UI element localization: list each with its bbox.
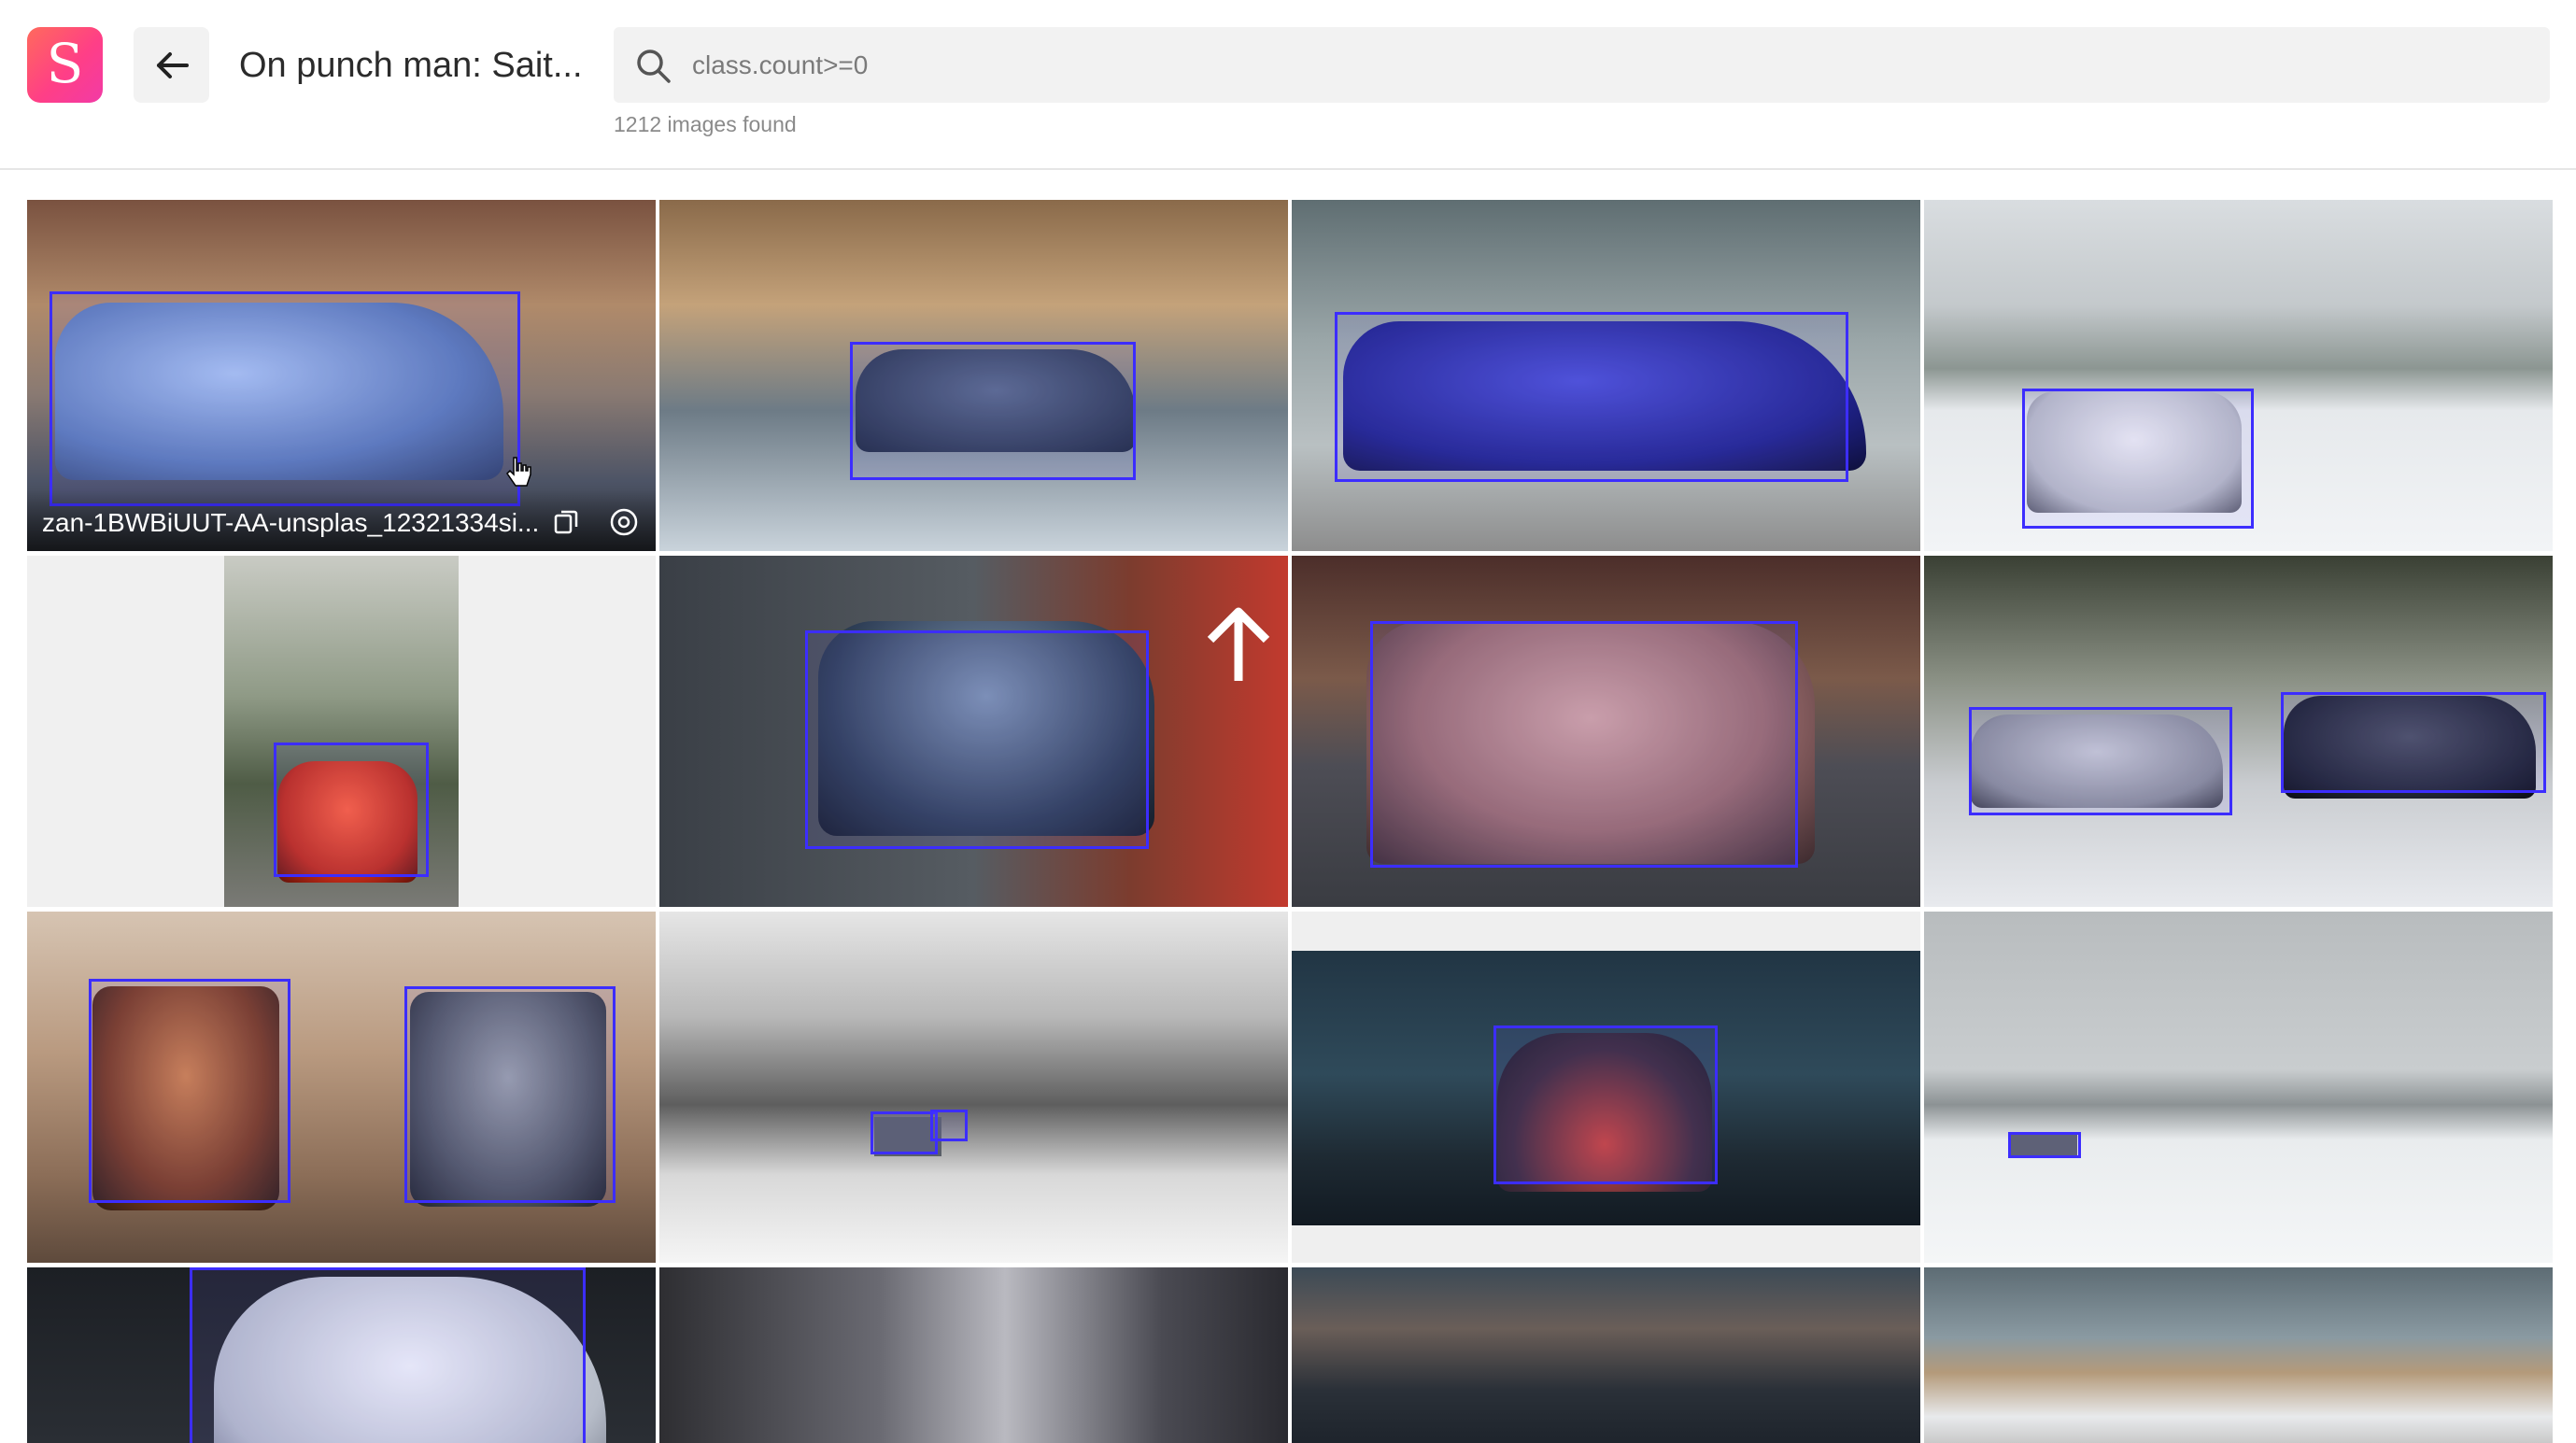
image-filename: zan-1BWBiUUT-AA-unsplas_12321334si... <box>42 508 540 537</box>
bounding-box <box>805 630 1149 849</box>
image-tile[interactable] <box>1924 200 2553 551</box>
bounding-box <box>1370 621 1798 868</box>
bounding-box <box>2022 389 2254 529</box>
arrow-up-icon <box>1207 607 1270 681</box>
bounding-box <box>190 1267 586 1443</box>
image-tile[interactable] <box>659 200 1288 551</box>
image-tile[interactable] <box>1292 200 1920 551</box>
back-button[interactable] <box>134 27 209 103</box>
copy-icon[interactable] <box>550 506 582 538</box>
image-tile[interactable] <box>659 912 1288 1263</box>
bounding-box <box>404 986 616 1203</box>
dataset-title: On punch man: Sait... <box>239 46 583 85</box>
bounding-box <box>274 743 429 877</box>
image-tile[interactable] <box>27 912 656 1263</box>
bounding-box <box>1493 1026 1718 1184</box>
search-icon <box>634 47 672 84</box>
bounding-box <box>850 342 1136 480</box>
search-bar[interactable] <box>614 27 2550 103</box>
image-tile[interactable] <box>659 1267 1288 1443</box>
bounding-box <box>870 1111 938 1154</box>
pointer-hand-icon <box>506 457 531 487</box>
result-count: 1212 images found <box>614 112 797 136</box>
image-tile[interactable] <box>1292 1267 1920 1443</box>
bounding-box <box>930 1110 968 1141</box>
arrow-left-icon <box>156 51 189 78</box>
image-tile[interactable] <box>1292 912 1920 1263</box>
bounding-box <box>2008 1132 2081 1158</box>
image-tile[interactable] <box>27 1267 656 1443</box>
image-tile[interactable] <box>27 556 656 907</box>
top-bar: S On punch man: Sait... 1212 images foun… <box>0 0 2576 170</box>
info-icon[interactable] <box>608 506 640 538</box>
bounding-box <box>2281 692 2546 793</box>
bounding-box <box>1335 312 1848 482</box>
image-tile[interactable] <box>659 556 1288 907</box>
app-logo[interactable]: S <box>27 27 103 103</box>
image-tile[interactable] <box>1924 1267 2553 1443</box>
image-tile[interactable] <box>1924 556 2553 907</box>
bounding-box <box>1969 707 2232 815</box>
search-input[interactable] <box>692 36 2467 93</box>
logo-letter: S <box>46 31 84 95</box>
image-tile[interactable]: zan-1BWBiUUT-AA-unsplas_12321334si... <box>27 200 656 551</box>
image-tile[interactable] <box>1292 556 1920 907</box>
image-tile[interactable] <box>1924 912 2553 1263</box>
bounding-box <box>89 979 290 1203</box>
bounding-box <box>50 291 520 506</box>
